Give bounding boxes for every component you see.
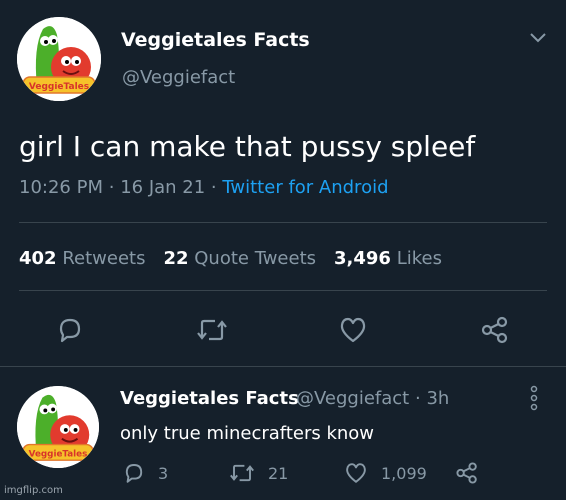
reply-display-name[interactable]: Veggietales Facts bbox=[120, 388, 299, 409]
retweet-icon bbox=[230, 464, 254, 482]
retweet-icon bbox=[197, 319, 227, 341]
reply-handle-line: @Veggiefact · 3h bbox=[296, 388, 449, 409]
reply-icon bbox=[125, 464, 143, 483]
share-icon bbox=[456, 462, 477, 484]
divider bbox=[0, 366, 566, 367]
svg-text:VeggieTales: VeggieTales bbox=[29, 82, 89, 92]
retweet-count: 21 bbox=[268, 463, 289, 483]
meta-separator: · bbox=[414, 388, 421, 409]
reply-share-button[interactable] bbox=[455, 461, 479, 485]
retweets-stat[interactable]: 402 Retweets bbox=[19, 248, 145, 269]
retweets-label: Retweets bbox=[62, 248, 146, 269]
tweet-date[interactable]: 16 Jan 21 bbox=[120, 177, 205, 198]
watermark: imgflip.com bbox=[4, 485, 63, 496]
tweet-source-link[interactable]: Twitter for Android bbox=[222, 177, 388, 198]
meta-separator: · bbox=[210, 177, 217, 198]
quotes-count: 22 bbox=[163, 248, 189, 269]
heart-icon bbox=[346, 463, 366, 483]
display-name[interactable]: Veggietales Facts bbox=[121, 29, 310, 51]
reply-text: only true minecrafters know bbox=[120, 423, 375, 444]
reply-avatar[interactable]: VeggieTales bbox=[17, 386, 99, 468]
likes-stat[interactable]: 3,496 Likes bbox=[334, 248, 442, 269]
reply-icon bbox=[59, 318, 81, 343]
quotes-stat[interactable]: 22 Quote Tweets bbox=[163, 248, 316, 269]
like-button[interactable] bbox=[338, 315, 368, 345]
likes-count: 3,496 bbox=[334, 248, 391, 269]
like-count: 1,099 bbox=[381, 463, 427, 483]
divider bbox=[19, 290, 547, 291]
divider bbox=[19, 222, 547, 223]
reply-count: 3 bbox=[158, 463, 169, 483]
quotes-label: Quote Tweets bbox=[194, 248, 317, 269]
share-button[interactable] bbox=[480, 315, 510, 345]
reply-retweet-button[interactable]: 21 bbox=[228, 461, 288, 485]
reply-button[interactable] bbox=[55, 315, 85, 345]
more-options-icon[interactable] bbox=[527, 385, 541, 411]
meta-separator: · bbox=[108, 177, 115, 198]
heart-icon bbox=[340, 317, 366, 343]
reply-handle[interactable]: @Veggiefact bbox=[296, 388, 409, 409]
retweets-count: 402 bbox=[19, 248, 57, 269]
reply-like-button[interactable]: 1,099 bbox=[343, 461, 427, 485]
likes-label: Likes bbox=[396, 248, 442, 269]
avatar[interactable]: VeggieTales bbox=[17, 17, 101, 101]
share-icon bbox=[481, 316, 508, 344]
tweet-stats: 402 Retweets 22 Quote Tweets 3,496 Likes bbox=[19, 248, 442, 269]
tweet-time[interactable]: 10:26 PM bbox=[19, 177, 103, 198]
reply-reply-button[interactable]: 3 bbox=[122, 461, 168, 485]
tweet-text: girl I can make that pussy spleef bbox=[19, 130, 476, 163]
chevron-down-icon[interactable] bbox=[528, 30, 548, 46]
tweet-meta: 10:26 PM · 16 Jan 21 · Twitter for Andro… bbox=[19, 177, 389, 198]
svg-text:VeggieTales: VeggieTales bbox=[29, 449, 88, 459]
user-handle[interactable]: @Veggiefact bbox=[122, 67, 235, 88]
retweet-button[interactable] bbox=[195, 315, 229, 345]
reply-age[interactable]: 3h bbox=[426, 388, 449, 409]
